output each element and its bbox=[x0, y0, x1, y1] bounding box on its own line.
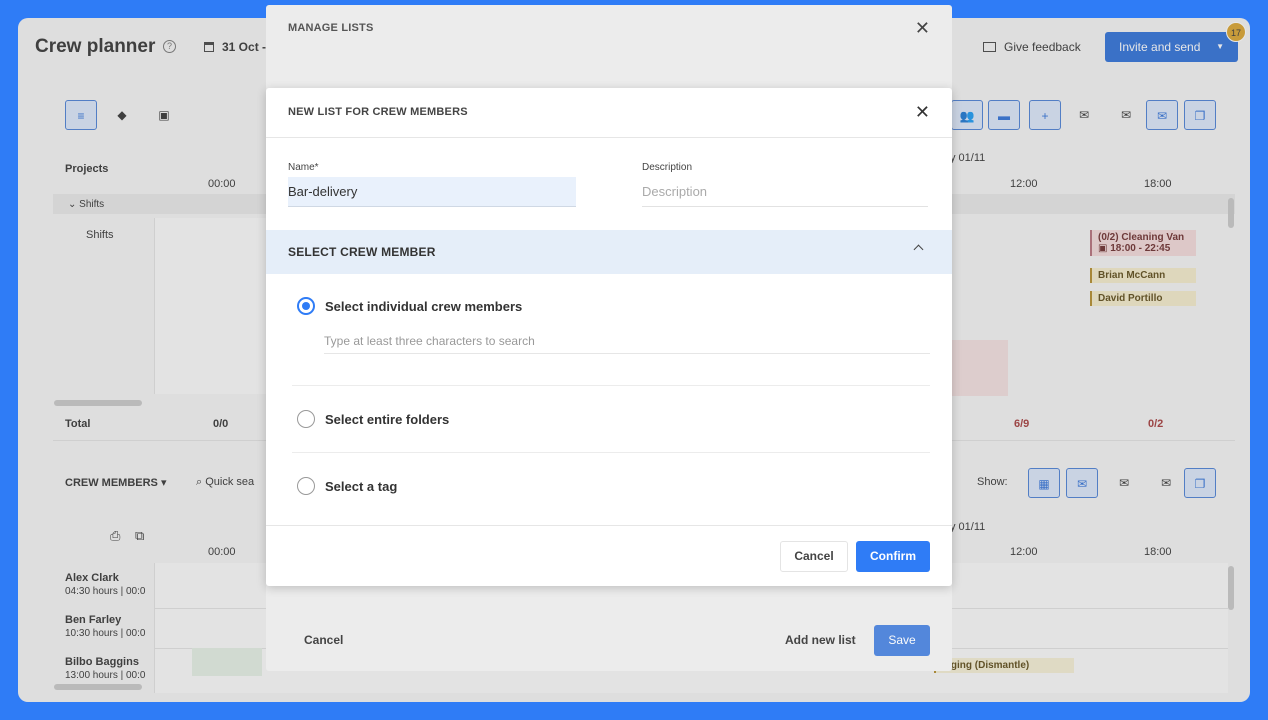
modal-title: NEW LIST FOR CREW MEMBERS bbox=[288, 106, 468, 118]
section-title: SELECT CREW MEMBER bbox=[288, 245, 436, 259]
add-new-list-button[interactable]: Add new list bbox=[785, 633, 856, 647]
description-label: Description bbox=[642, 162, 693, 173]
name-label: Name* bbox=[288, 162, 319, 173]
confirm-button[interactable]: Confirm bbox=[856, 541, 930, 572]
option-tag-label[interactable]: Select a tag bbox=[325, 479, 397, 494]
select-crew-member-header[interactable]: SELECT CREW MEMBER bbox=[266, 230, 952, 274]
radio-tag[interactable] bbox=[297, 477, 315, 495]
new-list-modal: NEW LIST FOR CREW MEMBERS ✕ Name* Descri… bbox=[266, 88, 952, 586]
crew-search-input[interactable] bbox=[324, 328, 930, 354]
close-icon[interactable]: ✕ bbox=[915, 18, 930, 39]
divider bbox=[266, 137, 952, 138]
manage-save-button[interactable]: Save bbox=[874, 625, 930, 656]
radio-individual[interactable] bbox=[297, 297, 315, 315]
divider bbox=[292, 385, 930, 386]
name-input[interactable] bbox=[288, 177, 576, 207]
cancel-button[interactable]: Cancel bbox=[780, 541, 848, 572]
manage-cancel-button[interactable]: Cancel bbox=[304, 633, 343, 647]
radio-folders[interactable] bbox=[297, 410, 315, 428]
divider bbox=[266, 525, 952, 526]
option-folders-label[interactable]: Select entire folders bbox=[325, 412, 449, 427]
divider bbox=[292, 452, 930, 453]
close-icon[interactable]: ✕ bbox=[915, 102, 930, 123]
manage-lists-title: MANAGE LISTS bbox=[288, 22, 374, 34]
option-individual-label[interactable]: Select individual crew members bbox=[325, 299, 522, 314]
chevron-up-icon bbox=[913, 244, 924, 255]
description-input[interactable] bbox=[642, 177, 928, 207]
